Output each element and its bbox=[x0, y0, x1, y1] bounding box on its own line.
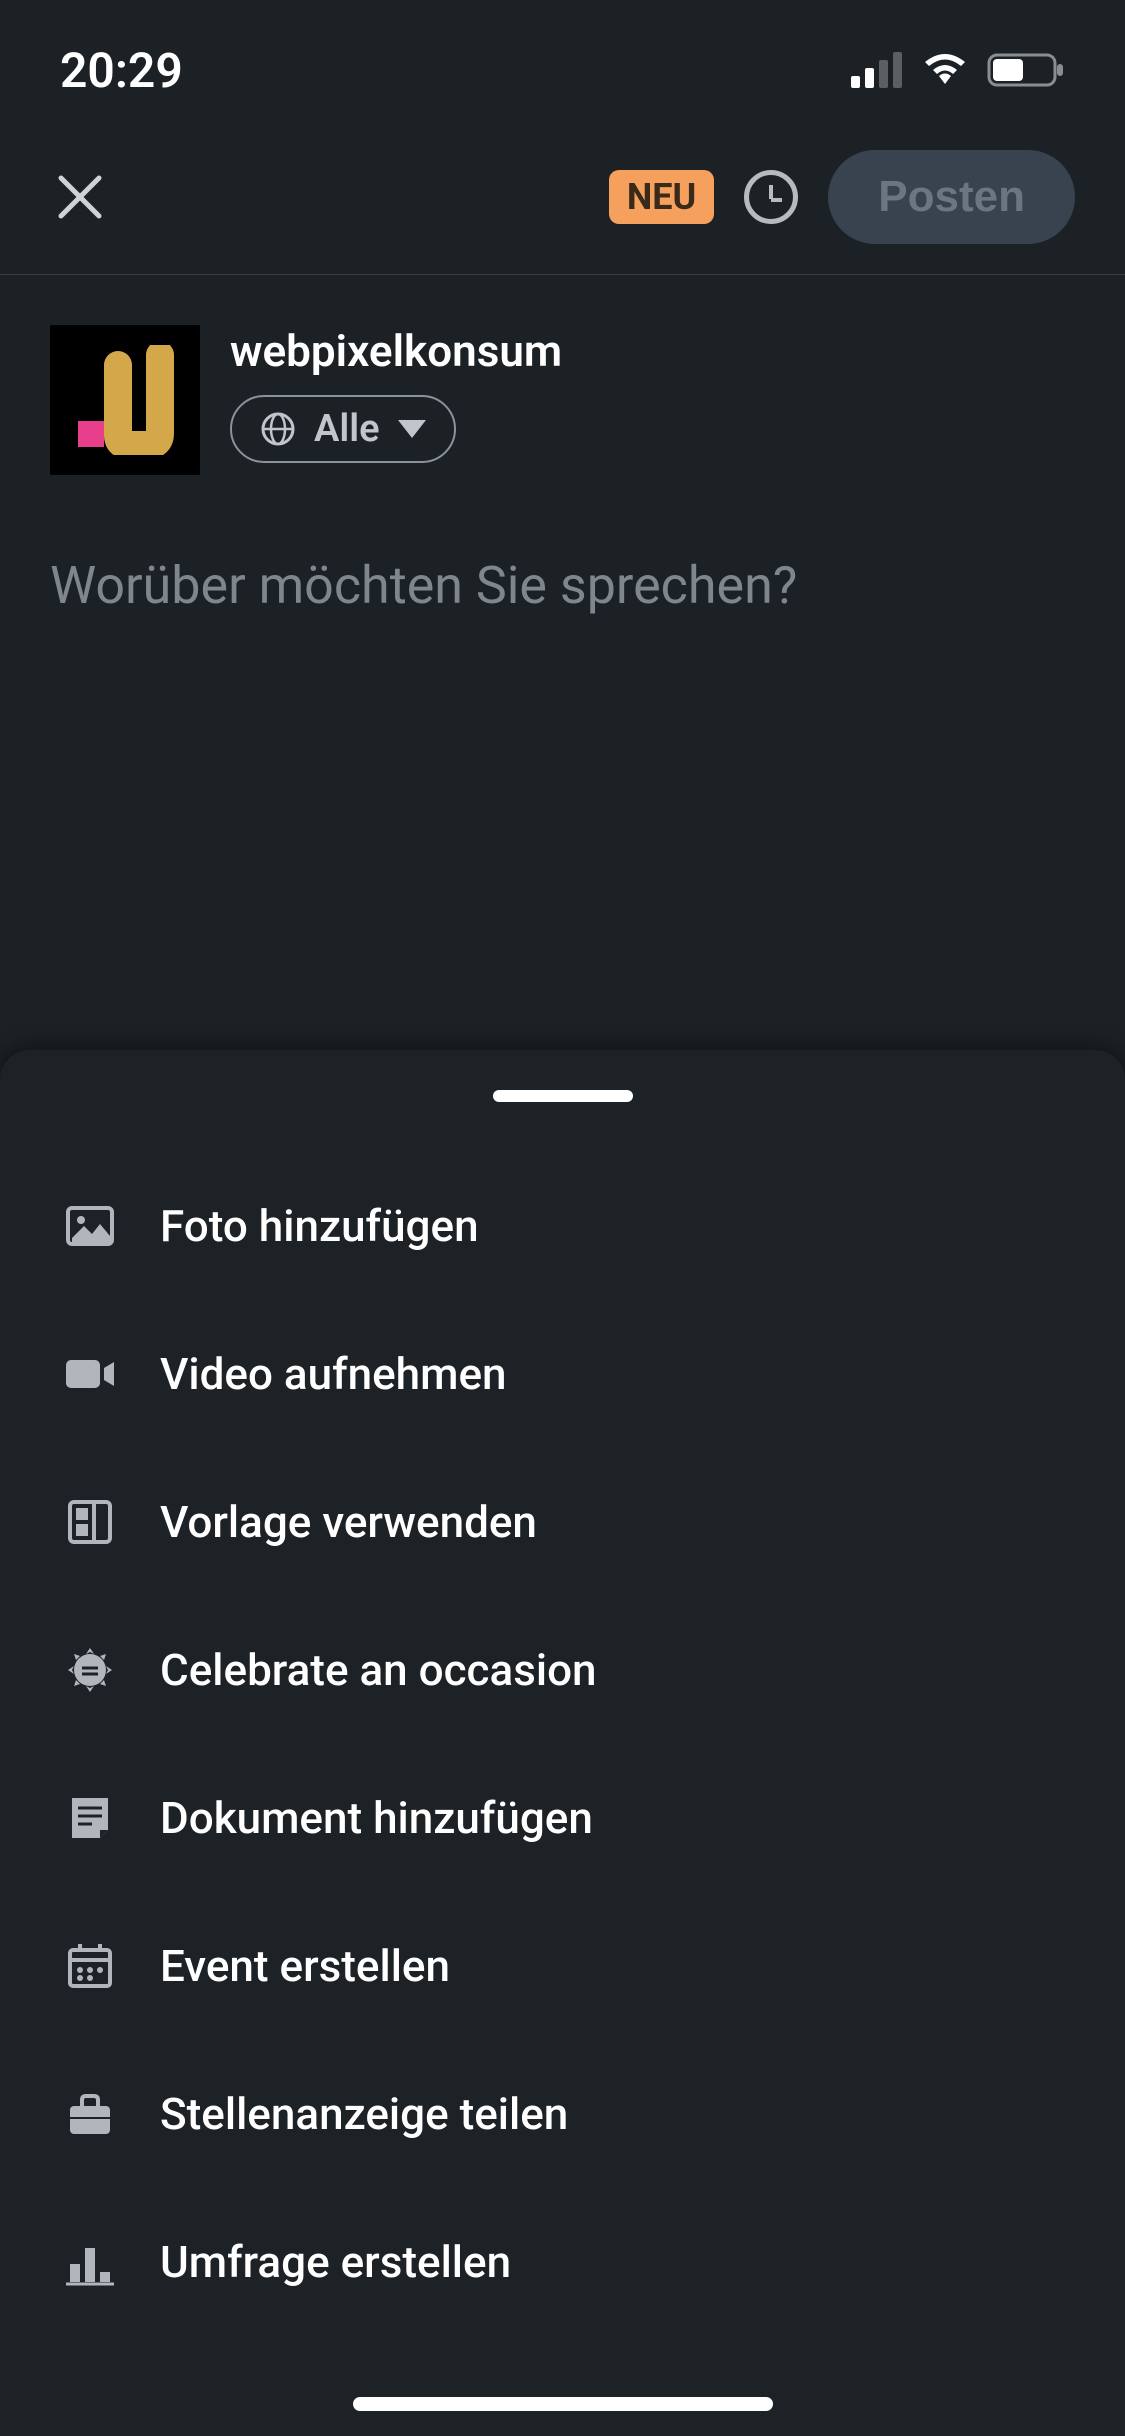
status-time: 20:29 bbox=[60, 42, 183, 99]
option-create-event[interactable]: Event erstellen bbox=[0, 1892, 1125, 2040]
neu-badge: NEU bbox=[609, 170, 714, 224]
option-use-template[interactable]: Vorlage verwenden bbox=[0, 1448, 1125, 1596]
option-share-job[interactable]: Stellenanzeige teilen bbox=[0, 2040, 1125, 2188]
user-row: webpixelkonsum Alle bbox=[0, 275, 1125, 525]
option-add-photo[interactable]: Foto hinzufügen bbox=[0, 1152, 1125, 1300]
globe-icon bbox=[260, 411, 296, 447]
avatar[interactable] bbox=[50, 325, 200, 475]
option-create-poll[interactable]: Umfrage erstellen bbox=[0, 2188, 1125, 2336]
option-label: Umfrage erstellen bbox=[160, 2236, 511, 2288]
signal-icon bbox=[851, 52, 903, 88]
option-label: Video aufnehmen bbox=[160, 1348, 507, 1400]
battery-icon bbox=[987, 51, 1065, 89]
event-icon bbox=[60, 1936, 120, 1996]
avatar-logo-icon bbox=[60, 345, 190, 455]
sheet-options: Foto hinzufügen Video aufnehmen Vorl bbox=[0, 1152, 1125, 2336]
option-label: Dokument hinzufügen bbox=[160, 1792, 593, 1844]
sheet-handle[interactable] bbox=[493, 1090, 633, 1102]
wifi-icon bbox=[919, 52, 971, 88]
option-record-video[interactable]: Video aufnehmen bbox=[0, 1300, 1125, 1448]
audience-selector[interactable]: Alle bbox=[230, 395, 456, 463]
option-add-document[interactable]: Dokument hinzufügen bbox=[0, 1744, 1125, 1892]
job-icon bbox=[60, 2084, 120, 2144]
home-indicator[interactable] bbox=[353, 2397, 773, 2411]
photo-icon bbox=[60, 1196, 120, 1256]
video-icon bbox=[60, 1344, 120, 1404]
option-label: Vorlage verwenden bbox=[160, 1496, 537, 1548]
celebrate-icon bbox=[60, 1640, 120, 1700]
poll-icon bbox=[60, 2232, 120, 2292]
template-icon bbox=[60, 1492, 120, 1552]
option-label: Celebrate an occasion bbox=[160, 1644, 597, 1696]
status-icons bbox=[851, 51, 1065, 89]
option-celebrate[interactable]: Celebrate an occasion bbox=[0, 1596, 1125, 1744]
document-icon bbox=[60, 1788, 120, 1848]
schedule-button[interactable] bbox=[744, 170, 798, 224]
header-actions: NEU Posten bbox=[609, 150, 1075, 244]
option-label: Stellenanzeige teilen bbox=[160, 2088, 568, 2140]
composer[interactable]: Worüber möchten Sie sprechen? bbox=[0, 525, 1125, 646]
header: NEU Posten bbox=[0, 120, 1125, 275]
close-icon bbox=[55, 172, 105, 222]
close-button[interactable] bbox=[50, 167, 110, 227]
audience-label: Alle bbox=[314, 407, 380, 451]
status-bar: 20:29 bbox=[0, 0, 1125, 120]
username: webpixelkonsum bbox=[230, 325, 562, 377]
post-button[interactable]: Posten bbox=[828, 150, 1075, 244]
composer-placeholder: Worüber möchten Sie sprechen? bbox=[50, 555, 1075, 616]
option-label: Event erstellen bbox=[160, 1940, 450, 1992]
option-label: Foto hinzufügen bbox=[160, 1200, 479, 1252]
user-info: webpixelkonsum Alle bbox=[230, 325, 562, 463]
chevron-down-icon bbox=[398, 420, 426, 438]
bottom-sheet: Foto hinzufügen Video aufnehmen Vorl bbox=[0, 1050, 1125, 2436]
